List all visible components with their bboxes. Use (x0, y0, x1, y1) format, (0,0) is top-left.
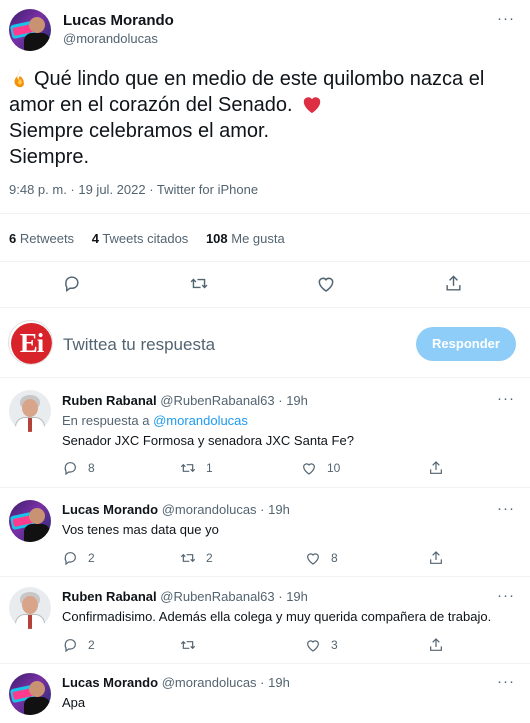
tweet-stats: 6 Retweets 4 Tweets citados 108 Me gusta (9, 231, 285, 246)
reply-to-link[interactable]: @morandolucas (153, 413, 248, 428)
reply-avatar[interactable] (9, 673, 51, 715)
reply-text: Vos tenes mas data que yo (62, 522, 219, 537)
more-options-icon[interactable]: ··· (497, 10, 515, 27)
reply-icon[interactable] (62, 274, 81, 293)
like-icon (307, 640, 319, 652)
more-options-icon[interactable]: ··· (497, 587, 515, 604)
reply-tweet[interactable]: Lucas Morando @morandolucas · 19h ··· Vo… (0, 500, 530, 575)
more-options-icon[interactable]: ··· (497, 673, 515, 690)
likes-stat[interactable]: 108 Me gusta (206, 231, 285, 246)
reply-avatar[interactable] (9, 500, 51, 542)
reply-tweet[interactable]: Ruben Rabanal @RubenRabanal63 · 19h ··· … (0, 587, 530, 662)
reply-tweet[interactable]: Lucas Morando @morandolucas · 19h ··· Ap… (0, 673, 530, 723)
reply-author-name[interactable]: Ruben Rabanal (62, 589, 157, 604)
divider (0, 261, 530, 262)
reply-submit-button[interactable]: Responder (416, 327, 516, 361)
reply-author-name[interactable]: Lucas Morando (62, 675, 158, 690)
divider (0, 307, 530, 308)
reply-author-name[interactable]: Ruben Rabanal (62, 393, 157, 408)
tweet-timestamp[interactable]: 9:48 p. m. · 19 jul. 2022 · Twitter for … (9, 182, 258, 197)
reply-author-handle[interactable]: @morandolucas · 19h (162, 502, 290, 517)
fire-emoji (14, 68, 24, 88)
retweets-stat[interactable]: 6 Retweets (9, 231, 74, 246)
like-icon (307, 553, 319, 565)
like-icon (303, 463, 315, 475)
reply-to-label: En respuesta a (62, 413, 154, 428)
retweet-count: 2 (206, 551, 213, 565)
retweet-icon (180, 553, 196, 563)
divider (0, 377, 530, 378)
reply-avatar[interactable] (9, 390, 51, 432)
tweet-line-3: Siempre celebramos el amor. (9, 120, 270, 142)
like-action[interactable]: 10 (301, 460, 340, 476)
share-icon[interactable] (444, 274, 463, 293)
reply-author-handle[interactable]: @morandolucas · 19h (162, 675, 290, 690)
divider (0, 487, 530, 488)
reply-icon (64, 462, 76, 476)
reply-author-handle[interactable]: @RubenRabanal63 · 19h (160, 589, 308, 604)
divider (0, 576, 530, 577)
retweet-icon[interactable] (189, 274, 209, 293)
reply-action[interactable]: 8 (62, 460, 95, 476)
reply-count: 8 (88, 461, 95, 475)
reply-action[interactable]: 2 (62, 637, 95, 653)
retweet-count: 1 (206, 461, 213, 475)
like-count: 3 (331, 638, 338, 652)
retweet-action[interactable]: 2 (180, 550, 213, 566)
retweet-icon (180, 640, 196, 650)
share-icon[interactable] (428, 460, 444, 476)
user-avatar[interactable]: Ei (8, 320, 53, 365)
share-icon[interactable] (428, 550, 444, 566)
like-count: 10 (327, 461, 341, 475)
like-icon[interactable] (316, 274, 336, 293)
like-count: 8 (331, 551, 338, 565)
tweet-line-1: Qué lindo que en medio de este quilombo … (34, 68, 485, 90)
like-action[interactable]: 8 (305, 550, 338, 566)
more-options-icon[interactable]: ··· (497, 390, 515, 407)
reply-text: Apa (62, 695, 86, 710)
reply-text: Confirmadisimo. Además ella colega y muy… (62, 609, 492, 624)
quotes-stat[interactable]: 4 Tweets citados (92, 231, 189, 246)
divider (0, 213, 530, 214)
reply-icon (64, 552, 76, 566)
reply-text: Senador JXC Formosa y senadora JXC Santa… (62, 433, 354, 448)
reply-tweet[interactable]: Ruben Rabanal @RubenRabanal63 · 19h ··· … (0, 390, 530, 485)
reply-avatar[interactable] (9, 587, 51, 629)
divider (0, 663, 530, 664)
author-avatar[interactable] (9, 9, 51, 51)
like-action[interactable]: 3 (305, 637, 338, 653)
more-options-icon[interactable]: ··· (497, 500, 515, 517)
author-name[interactable]: Lucas Morando (63, 12, 174, 29)
share-icon[interactable] (428, 637, 444, 653)
retweet-icon (180, 463, 196, 473)
reply-action[interactable]: 2 (62, 550, 95, 566)
author-handle[interactable]: @morandolucas (63, 31, 158, 46)
retweet-action[interactable] (180, 637, 206, 653)
tweet-text: Qué lindo que en medio de este quilombo … (9, 66, 521, 170)
tweet-line-4: Siempre. (9, 146, 90, 168)
reply-author-name[interactable]: Lucas Morando (62, 502, 158, 517)
reply-count: 2 (88, 551, 95, 565)
reply-count: 2 (88, 638, 95, 652)
reply-input[interactable]: Twittea tu respuesta (63, 335, 215, 355)
tweet-line-2: amor en el corazón del Senado. (9, 94, 293, 116)
heart-emoji (303, 97, 321, 114)
retweet-action[interactable]: 1 (180, 460, 213, 476)
reply-author-handle[interactable]: @RubenRabanal63 · 19h (160, 393, 308, 408)
reply-icon (64, 639, 76, 653)
